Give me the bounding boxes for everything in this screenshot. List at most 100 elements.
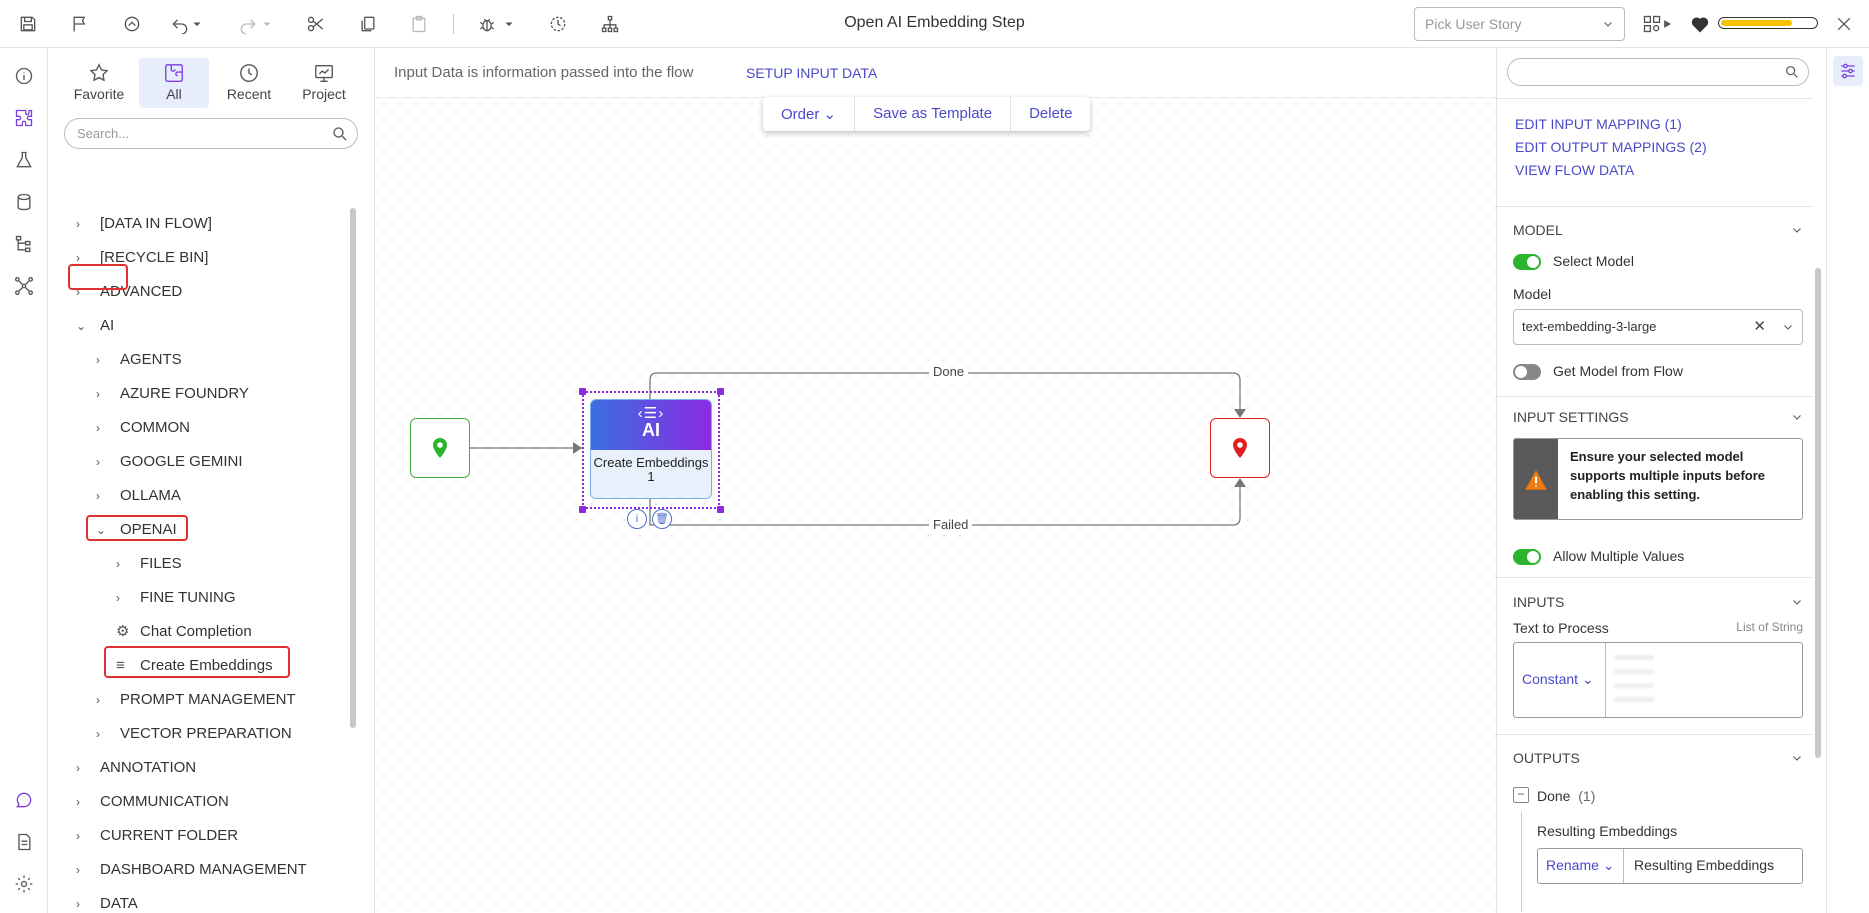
document-icon[interactable] xyxy=(10,828,38,856)
output-mode-select[interactable]: Rename ⌄ xyxy=(1538,849,1624,883)
inputs-section-header[interactable]: INPUTS xyxy=(1513,594,1803,610)
clear-icon[interactable]: ✕ xyxy=(1753,317,1766,335)
warning-text: Ensure your selected model supports mult… xyxy=(1570,449,1766,502)
resize-handle[interactable] xyxy=(579,388,586,395)
debug-dropdown-icon[interactable] xyxy=(502,10,516,38)
resize-handle[interactable] xyxy=(717,388,724,395)
flag-icon[interactable] xyxy=(66,10,94,38)
redo-dropdown-icon[interactable] xyxy=(260,10,274,38)
clock-icon xyxy=(240,64,258,82)
chat-icon[interactable] xyxy=(10,786,38,814)
step-icon-text: AI xyxy=(642,420,660,440)
tree-item-label: AGENTS xyxy=(120,351,182,368)
tree-item[interactable]: › FINE TUNING xyxy=(116,584,236,612)
tree-item[interactable]: › ANNOTATION xyxy=(76,754,196,782)
input-mode-select[interactable]: Constant ⌄ xyxy=(1514,643,1606,717)
create-embeddings-step[interactable]: ‹☰› AI Create Embeddings 1 xyxy=(590,399,712,499)
close-icon[interactable] xyxy=(1830,10,1858,38)
tree-item[interactable]: › DATA xyxy=(76,890,138,913)
tree-item[interactable]: › FILES xyxy=(116,550,182,578)
info-icon[interactable] xyxy=(10,62,38,90)
tree-item-label: OLLAMA xyxy=(120,487,181,504)
paste-icon[interactable] xyxy=(405,10,433,38)
tree-item[interactable]: ⌄ AI xyxy=(76,312,114,340)
tab-favorite[interactable]: Favorite xyxy=(64,58,134,108)
tree-item[interactable]: › OLLAMA xyxy=(96,482,181,510)
debug-icon[interactable] xyxy=(473,10,501,38)
health-progress-bar xyxy=(1718,17,1818,29)
edit-output-mappings-link[interactable]: EDIT OUTPUT MAPPINGS (2) xyxy=(1515,139,1707,155)
network-icon[interactable] xyxy=(10,272,38,300)
settings-gear-icon[interactable] xyxy=(10,870,38,898)
tree-structure-icon[interactable] xyxy=(10,230,38,258)
properties-scrollbar[interactable] xyxy=(1815,268,1821,758)
flask-icon[interactable] xyxy=(10,146,38,174)
tree-item[interactable]: › GOOGLE GEMINI xyxy=(96,448,243,476)
resulting-embeddings-output[interactable]: Rename ⌄ Resulting Embeddings xyxy=(1537,848,1803,884)
history-icon[interactable] xyxy=(544,10,572,38)
chevron-down-icon xyxy=(1784,325,1792,330)
start-node[interactable] xyxy=(410,418,470,478)
tree-item[interactable]: › DASHBOARD MANAGEMENT xyxy=(76,856,307,884)
chevron-down-icon: ⌄ xyxy=(76,319,87,333)
input-settings-section-header[interactable]: INPUT SETTINGS xyxy=(1513,409,1803,425)
tab-project[interactable]: Project xyxy=(289,58,359,108)
tree-item[interactable]: › COMMUNICATION xyxy=(76,788,229,816)
sliders-icon[interactable] xyxy=(1833,56,1863,86)
resize-handle[interactable] xyxy=(579,506,586,513)
step-icon: ⚙ xyxy=(116,623,130,640)
tree-item-label: ANNOTATION xyxy=(100,759,197,776)
tree-item[interactable]: › CURRENT FOLDER xyxy=(76,822,238,850)
tree-item-label: GOOGLE GEMINI xyxy=(120,453,243,470)
model-heading: MODEL xyxy=(1513,222,1563,238)
app-root: Open AI Embedding Step Pick User Story F… xyxy=(0,0,1869,913)
model-from-flow-toggle[interactable] xyxy=(1513,364,1541,380)
play-icon[interactable] xyxy=(1660,10,1674,38)
redo-icon[interactable] xyxy=(234,10,262,38)
palette-search-input[interactable]: Search... xyxy=(64,118,358,149)
puzzle-icon[interactable] xyxy=(10,104,38,132)
edge-label-failed: Failed xyxy=(929,517,973,532)
tree-item[interactable]: › AZURE FOUNDRY xyxy=(96,380,249,408)
hierarchy-icon[interactable] xyxy=(596,10,624,38)
user-story-select[interactable]: Pick User Story xyxy=(1414,7,1625,41)
model-from-flow-label: Get Model from Flow xyxy=(1553,363,1683,379)
tree-item[interactable]: › VECTOR PREPARATION xyxy=(96,720,292,748)
model-section-header[interactable]: MODEL xyxy=(1513,222,1803,238)
tab-recent[interactable]: Recent xyxy=(214,58,284,108)
warning-icon xyxy=(1514,439,1558,519)
model-select[interactable]: text-embedding-3-large ✕ xyxy=(1513,309,1803,345)
step-info-icon[interactable]: i xyxy=(627,509,647,529)
database-icon[interactable] xyxy=(10,188,38,216)
tree-item[interactable]: › COMMON xyxy=(96,414,190,442)
allow-multiple-toggle[interactable] xyxy=(1513,549,1541,565)
tab-all[interactable]: All xyxy=(139,58,209,108)
flow-canvas[interactable]: Input Data is information passed into th… xyxy=(376,48,1496,913)
select-model-toggle[interactable] xyxy=(1513,254,1541,270)
copy-icon[interactable] xyxy=(354,10,382,38)
tree-item[interactable]: › AGENTS xyxy=(96,346,182,374)
undo-dropdown-icon[interactable] xyxy=(190,10,204,38)
view-flow-data-link[interactable]: VIEW FLOW DATA xyxy=(1515,162,1634,178)
resize-handle[interactable] xyxy=(717,506,724,513)
chevron-down-icon xyxy=(1793,228,1801,233)
end-node[interactable] xyxy=(1210,418,1270,478)
tree-item[interactable]: ⚙ Chat Completion xyxy=(116,618,252,646)
tree-item[interactable]: › [DATA IN FLOW] xyxy=(76,210,212,238)
palette-scrollbar[interactable] xyxy=(350,208,356,728)
properties-search-input[interactable] xyxy=(1507,58,1809,86)
left-icon-rail xyxy=(0,48,48,913)
edit-input-mapping-link[interactable]: EDIT INPUT MAPPING (1) xyxy=(1515,116,1682,132)
step-trash-icon[interactable]: 🗑 xyxy=(652,509,672,529)
tree-item[interactable]: › PROMPT MANAGEMENT xyxy=(96,686,296,714)
tree-item-label: COMMUNICATION xyxy=(100,793,229,810)
text-to-process-input[interactable]: Constant ⌄ xyxy=(1513,642,1803,718)
save-icon[interactable] xyxy=(14,10,42,38)
outputs-section-header[interactable]: OUTPUTS xyxy=(1513,750,1803,766)
publish-icon[interactable] xyxy=(118,10,146,38)
tab-label: Project xyxy=(302,86,346,102)
collapse-done-icon[interactable]: − xyxy=(1513,787,1529,803)
project-icon xyxy=(315,64,333,82)
heart-icon[interactable] xyxy=(1686,10,1714,38)
cut-icon[interactable] xyxy=(302,10,330,38)
